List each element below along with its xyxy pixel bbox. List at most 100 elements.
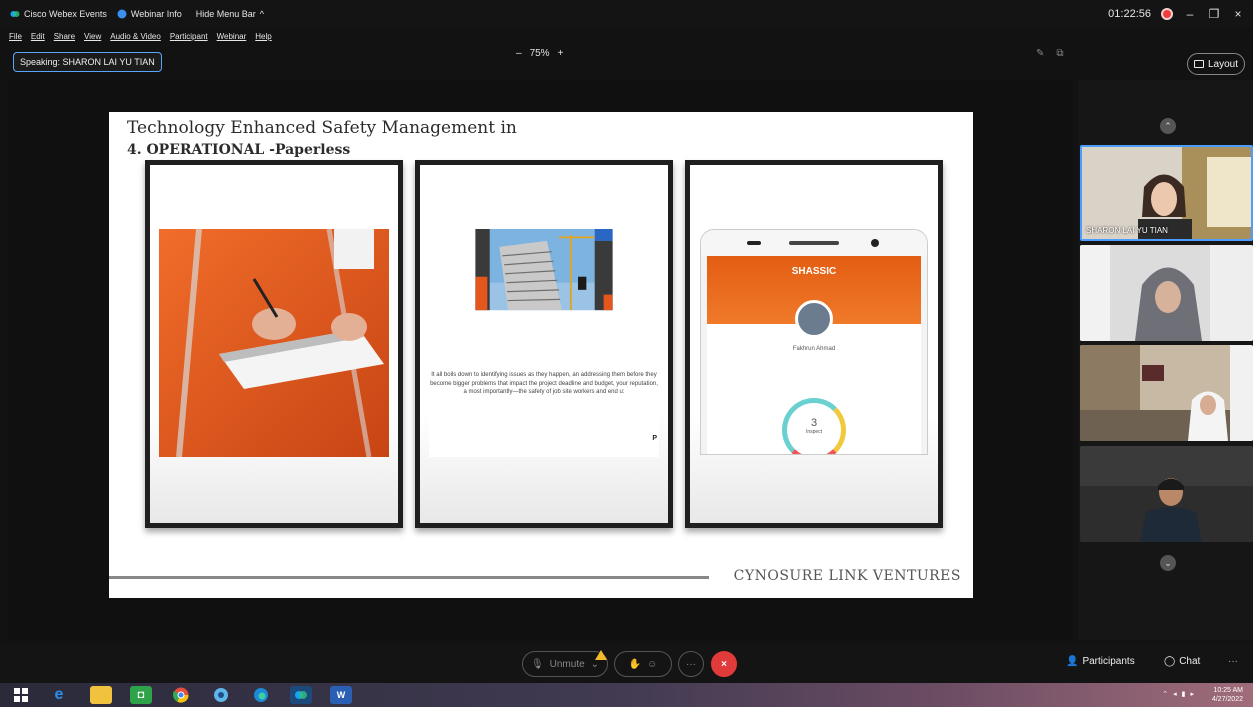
app-title: Cisco Webex Events	[10, 9, 107, 19]
emoji-icon[interactable]: ☺	[647, 659, 657, 670]
reactions-group: ✋ ☺	[614, 651, 672, 677]
windows-start-icon[interactable]	[10, 686, 32, 704]
chat-icon: ◯	[1164, 656, 1176, 667]
file-explorer-icon[interactable]	[90, 686, 112, 704]
participants-button[interactable]: 👤 Participants	[1066, 656, 1135, 667]
more-options-button[interactable]: ···	[678, 651, 704, 677]
phone-gauge: 3 Inspect	[782, 398, 846, 454]
webinar-info-label: Webinar Info	[130, 9, 182, 19]
panel-more-button[interactable]: ···	[1228, 656, 1238, 667]
webex-taskbar-icon[interactable]	[290, 686, 312, 704]
gauge-count: 3	[810, 417, 818, 429]
shared-slide: Technology Enhanced Safety Management in…	[109, 112, 973, 598]
chrome-icon[interactable]	[170, 686, 192, 704]
hide-menu-label: Hide Menu Bar	[195, 9, 256, 19]
meeting-timer: 01:22:56	[1108, 8, 1151, 20]
participant-name: SHARON LAI YU TIAN	[1086, 226, 1168, 235]
zoom-control: – 75% +	[516, 48, 563, 59]
share-tools: ✎ ⧉	[1036, 48, 1064, 59]
chat-label: Chat	[1179, 656, 1201, 667]
chevron-up-icon: ^	[259, 9, 265, 19]
worker-photo	[159, 229, 389, 457]
gauge-label: Inspect	[805, 429, 823, 435]
zoom-in-button[interactable]: +	[558, 48, 564, 59]
slide-footer-brand: CYNOSURE LINK VENTURES	[733, 568, 961, 584]
minimize-button[interactable]: –	[1183, 7, 1197, 21]
warning-icon	[595, 650, 607, 660]
raise-hand-icon[interactable]: ✋	[629, 659, 641, 670]
menu-webinar[interactable]: Webinar	[217, 32, 247, 41]
ie-icon[interactable]: e	[48, 686, 70, 704]
caption-text: It all boils down to identifying issues …	[430, 372, 658, 395]
caption-mark: P	[652, 434, 657, 442]
layout-icon	[1193, 60, 1204, 68]
menu-view[interactable]: View	[84, 32, 101, 41]
video-tile-2[interactable]	[1080, 245, 1253, 341]
phone-bezel	[701, 230, 927, 256]
layout-label: Layout	[1207, 58, 1239, 70]
hide-menu-button[interactable]: Hide Menu Bar ^	[196, 9, 264, 19]
zoom-out-button[interactable]: –	[516, 48, 522, 59]
menu-audio-video[interactable]: Audio & Video	[110, 32, 161, 41]
edge-icon[interactable]	[250, 686, 272, 704]
video-feed	[1080, 345, 1253, 441]
scroll-up-button[interactable]: ⌃	[1160, 118, 1176, 134]
info-icon	[117, 9, 127, 19]
title-bar-right: 01:22:56 – ❐ ×	[1108, 0, 1245, 28]
video-tile-4[interactable]	[1080, 446, 1253, 542]
slide-frame-phone: SHASSIC Fakhrun Ahmad 3 Inspect	[685, 160, 943, 528]
slide-caption: It all boils down to identifying issues …	[429, 365, 659, 457]
menu-share[interactable]: Share	[54, 32, 75, 41]
menu-participant[interactable]: Participant	[170, 32, 208, 41]
slide-frame-building: It all boils down to identifying issues …	[415, 160, 673, 528]
close-window-button[interactable]: ×	[1231, 7, 1245, 21]
webex-logo-icon	[10, 11, 20, 17]
menu-help[interactable]: Help	[255, 32, 271, 41]
title-bar: Cisco Webex Events Webinar Info Hide Men…	[0, 0, 1253, 28]
end-icon: ×	[721, 658, 727, 670]
clock-time: 10:25 AM	[1213, 687, 1243, 694]
webinar-info-button[interactable]: Webinar Info	[117, 9, 182, 19]
panel-more-icon: ···	[1228, 656, 1238, 667]
slide-frame-worker	[145, 160, 403, 528]
recording-icon[interactable]	[1161, 8, 1173, 20]
chat-button[interactable]: ◯ Chat	[1164, 656, 1200, 667]
video-tile-3[interactable]	[1080, 345, 1253, 441]
participants-icon: 👤	[1066, 656, 1079, 667]
word-icon[interactable]: W	[330, 686, 352, 704]
layout-button[interactable]: Layout	[1187, 53, 1245, 75]
webex-window: Cisco Webex Events Webinar Info Hide Men…	[0, 0, 1253, 707]
phone-user-name: Fakhrun Ahmad	[792, 346, 836, 352]
app-name: Cisco Webex Events	[24, 9, 107, 19]
slide-footer-line	[109, 576, 709, 579]
scroll-down-button[interactable]: ⌄	[1160, 555, 1176, 571]
more-icon: ···	[686, 658, 696, 670]
video-tile-sharon[interactable]: SHARON LAI YU TIAN	[1080, 145, 1253, 241]
phone-mockup: SHASSIC Fakhrun Ahmad 3 Inspect	[700, 229, 928, 455]
windows-taskbar: e ◘ W ⌃◂▮▸ 10:25 AM 4/27/2022	[0, 683, 1253, 707]
clock-date: 4/27/2022	[1211, 696, 1243, 703]
construction-photo	[475, 229, 613, 311]
phone-sensor-icon	[871, 239, 879, 247]
store-icon[interactable]: ◘	[130, 686, 152, 704]
phone-avatar	[795, 300, 833, 338]
annotate-icon[interactable]: ✎	[1036, 48, 1044, 59]
taskbar-clock[interactable]: 10:25 AM 4/27/2022	[1212, 686, 1243, 704]
phone-speaker-icon	[789, 241, 839, 245]
video-feed	[1080, 446, 1253, 542]
slide-title: Technology Enhanced Safety Management in	[127, 118, 517, 138]
system-tray-icons[interactable]: ⌃◂▮▸	[1162, 690, 1199, 698]
video-feed	[1080, 245, 1253, 341]
end-meeting-button[interactable]: ×	[711, 651, 737, 677]
phone-camera-icon	[747, 241, 761, 245]
restore-button[interactable]: ❐	[1207, 7, 1221, 21]
menu-edit[interactable]: Edit	[31, 32, 45, 41]
phone-screen: SHASSIC Fakhrun Ahmad 3 Inspect	[707, 256, 921, 454]
menu-file[interactable]: File	[9, 32, 22, 41]
search-app-icon[interactable]	[210, 686, 232, 704]
slide-subtitle: 4. OPERATIONAL -Paperless	[127, 142, 351, 158]
chevron-down-icon: ⌄	[590, 658, 600, 670]
participants-label: Participants	[1082, 656, 1135, 667]
unmute-label: Unmute	[549, 658, 585, 670]
popout-icon[interactable]: ⧉	[1056, 48, 1063, 59]
